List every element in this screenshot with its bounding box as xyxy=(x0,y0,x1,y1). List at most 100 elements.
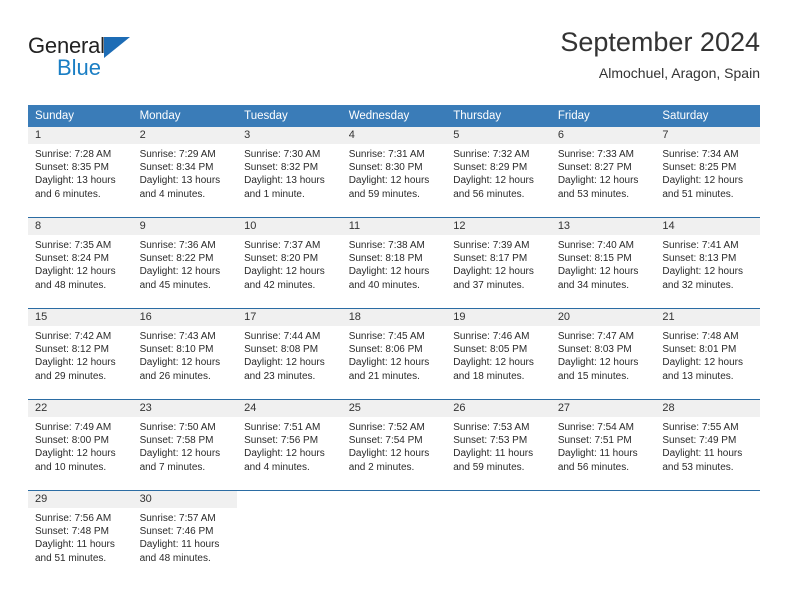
day-details: Sunrise: 7:40 AM Sunset: 8:15 PM Dayligh… xyxy=(551,235,656,292)
day-number: 18 xyxy=(341,309,447,326)
day-number: 23 xyxy=(132,400,238,417)
day-details: Sunrise: 7:38 AM Sunset: 8:18 PM Dayligh… xyxy=(342,235,447,292)
day-cell[interactable]: 12 Sunrise: 7:39 AM Sunset: 8:17 PM Dayl… xyxy=(446,218,551,308)
sunrise-text: Sunrise: 7:44 AM xyxy=(244,331,321,342)
day-number: 15 xyxy=(28,309,133,326)
day-cell[interactable]: 15 Sunrise: 7:42 AM Sunset: 8:12 PM Dayl… xyxy=(28,309,133,399)
day-cell-empty xyxy=(341,491,447,581)
page-title: September 2024 xyxy=(560,27,760,57)
day-number xyxy=(237,491,342,508)
day-cell[interactable]: 6 Sunrise: 7:33 AM Sunset: 8:27 PM Dayli… xyxy=(550,127,656,217)
sunset-text: Sunset: 8:22 PM xyxy=(139,253,214,265)
day-cell[interactable]: 22 Sunrise: 7:49 AM Sunset: 8:00 PM Dayl… xyxy=(28,400,133,490)
daylight-text: Daylight: 12 hours and 48 minutes. xyxy=(35,266,116,291)
day-details: Sunrise: 7:53 AM Sunset: 7:53 PM Dayligh… xyxy=(446,417,551,474)
daylight-text: Daylight: 11 hours and 59 minutes. xyxy=(453,448,534,473)
day-cell[interactable]: 14 Sunrise: 7:41 AM Sunset: 8:13 PM Dayl… xyxy=(655,218,760,308)
daylight-text: Daylight: 12 hours and 53 minutes. xyxy=(557,175,639,200)
day-cell[interactable]: 1 Sunrise: 7:28 AM Sunset: 8:35 PM Dayli… xyxy=(28,127,133,217)
sunset-text: Sunset: 7:58 PM xyxy=(139,435,214,447)
sunset-text: Sunset: 7:53 PM xyxy=(453,435,528,447)
day-details: Sunrise: 7:43 AM Sunset: 8:10 PM Dayligh… xyxy=(133,326,238,383)
day-details: Sunrise: 7:30 AM Sunset: 8:32 PM Dayligh… xyxy=(237,144,342,201)
day-cell[interactable]: 18 Sunrise: 7:45 AM Sunset: 8:06 PM Dayl… xyxy=(341,309,447,399)
brand-logo[interactable]: General Blue xyxy=(28,34,228,86)
day-cell[interactable]: 2 Sunrise: 7:29 AM Sunset: 8:34 PM Dayli… xyxy=(132,127,238,217)
sunrise-text: Sunrise: 7:52 AM xyxy=(348,422,425,433)
sunset-text: Sunset: 8:10 PM xyxy=(139,344,214,356)
sunset-text: Sunset: 7:46 PM xyxy=(139,526,214,538)
day-number: 8 xyxy=(28,218,133,235)
sunrise-text: Sunrise: 7:53 AM xyxy=(453,422,530,433)
day-cell[interactable]: 10 Sunrise: 7:37 AM Sunset: 8:20 PM Dayl… xyxy=(237,218,342,308)
day-cell[interactable]: 24 Sunrise: 7:51 AM Sunset: 7:56 PM Dayl… xyxy=(237,400,342,490)
daylight-text: Daylight: 12 hours and 13 minutes. xyxy=(662,357,743,382)
daylight-text: Daylight: 12 hours and 56 minutes. xyxy=(453,175,534,200)
sunrise-text: Sunrise: 7:51 AM xyxy=(244,422,321,433)
sunrise-text: Sunrise: 7:39 AM xyxy=(453,240,530,251)
day-cell[interactable]: 17 Sunrise: 7:44 AM Sunset: 8:08 PM Dayl… xyxy=(237,309,342,399)
sunrise-text: Sunrise: 7:38 AM xyxy=(348,240,425,251)
daylight-text: Daylight: 13 hours and 1 minute. xyxy=(244,175,325,200)
sunset-text: Sunset: 8:05 PM xyxy=(453,344,528,356)
sunset-text: Sunset: 8:01 PM xyxy=(662,344,737,356)
daylight-text: Daylight: 12 hours and 32 minutes. xyxy=(662,266,743,291)
sunset-text: Sunset: 7:48 PM xyxy=(35,526,109,538)
week-row: 22 Sunrise: 7:49 AM Sunset: 8:00 PM Dayl… xyxy=(28,400,760,490)
day-cell[interactable]: 13 Sunrise: 7:40 AM Sunset: 8:15 PM Dayl… xyxy=(550,218,656,308)
sunrise-text: Sunrise: 7:30 AM xyxy=(244,149,321,160)
day-number: 26 xyxy=(446,400,551,417)
calendar-table: Sunday Monday Tuesday Wednesday Thursday… xyxy=(28,105,760,581)
day-cell[interactable]: 16 Sunrise: 7:43 AM Sunset: 8:10 PM Dayl… xyxy=(132,309,238,399)
day-cell[interactable]: 7 Sunrise: 7:34 AM Sunset: 8:25 PM Dayli… xyxy=(655,127,760,217)
day-cell[interactable]: 20 Sunrise: 7:47 AM Sunset: 8:03 PM Dayl… xyxy=(550,309,656,399)
day-number: 2 xyxy=(132,127,238,144)
sunset-text: Sunset: 8:03 PM xyxy=(557,344,632,356)
daylight-text: Daylight: 12 hours and 37 minutes. xyxy=(453,266,534,291)
sunrise-text: Sunrise: 7:54 AM xyxy=(557,422,634,433)
day-cell[interactable]: 4 Sunrise: 7:31 AM Sunset: 8:30 PM Dayli… xyxy=(341,127,447,217)
day-cell[interactable]: 5 Sunrise: 7:32 AM Sunset: 8:29 PM Dayli… xyxy=(446,127,551,217)
day-cell[interactable]: 21 Sunrise: 7:48 AM Sunset: 8:01 PM Dayl… xyxy=(655,309,760,399)
daylight-text: Daylight: 12 hours and 10 minutes. xyxy=(35,448,116,473)
day-cell[interactable]: 29 Sunrise: 7:56 AM Sunset: 7:48 PM Dayl… xyxy=(28,491,133,581)
day-cell[interactable]: 8 Sunrise: 7:35 AM Sunset: 8:24 PM Dayli… xyxy=(28,218,133,308)
day-details: Sunrise: 7:49 AM Sunset: 8:00 PM Dayligh… xyxy=(28,417,133,474)
day-cell[interactable]: 28 Sunrise: 7:55 AM Sunset: 7:49 PM Dayl… xyxy=(655,400,760,490)
weekday-header-friday: Friday xyxy=(550,105,656,127)
weekday-header-saturday: Saturday xyxy=(655,105,760,127)
day-cell[interactable]: 30 Sunrise: 7:57 AM Sunset: 7:46 PM Dayl… xyxy=(132,491,238,581)
day-details: Sunrise: 7:48 AM Sunset: 8:01 PM Dayligh… xyxy=(655,326,760,383)
triangle-icon xyxy=(104,37,130,58)
day-cell[interactable]: 23 Sunrise: 7:50 AM Sunset: 7:58 PM Dayl… xyxy=(132,400,238,490)
day-cell[interactable]: 11 Sunrise: 7:38 AM Sunset: 8:18 PM Dayl… xyxy=(341,218,447,308)
title-block: September 2024 Almochuel, Aragon, Spain xyxy=(560,26,760,83)
sunrise-text: Sunrise: 7:57 AM xyxy=(139,513,216,524)
sunset-text: Sunset: 8:17 PM xyxy=(453,253,528,265)
day-cell[interactable]: 26 Sunrise: 7:53 AM Sunset: 7:53 PM Dayl… xyxy=(446,400,551,490)
day-number: 5 xyxy=(446,127,551,144)
day-number xyxy=(550,491,656,508)
day-details: Sunrise: 7:35 AM Sunset: 8:24 PM Dayligh… xyxy=(28,235,133,292)
day-cell[interactable]: 9 Sunrise: 7:36 AM Sunset: 8:22 PM Dayli… xyxy=(132,218,238,308)
day-cell[interactable]: 25 Sunrise: 7:52 AM Sunset: 7:54 PM Dayl… xyxy=(341,400,447,490)
daylight-text: Daylight: 12 hours and 21 minutes. xyxy=(348,357,430,382)
day-cell[interactable]: 3 Sunrise: 7:30 AM Sunset: 8:32 PM Dayli… xyxy=(237,127,342,217)
sunset-text: Sunset: 8:30 PM xyxy=(348,162,423,174)
day-number xyxy=(446,491,551,508)
week-row: 15 Sunrise: 7:42 AM Sunset: 8:12 PM Dayl… xyxy=(28,309,760,399)
day-details: Sunrise: 7:47 AM Sunset: 8:03 PM Dayligh… xyxy=(551,326,656,383)
calendar-body: 1 Sunrise: 7:28 AM Sunset: 8:35 PM Dayli… xyxy=(28,127,760,581)
daylight-text: Daylight: 12 hours and 26 minutes. xyxy=(139,357,221,382)
daylight-text: Daylight: 12 hours and 51 minutes. xyxy=(662,175,743,200)
weekday-header-tuesday: Tuesday xyxy=(237,105,342,127)
daylight-text: Daylight: 12 hours and 23 minutes. xyxy=(244,357,325,382)
daylight-text: Daylight: 12 hours and 2 minutes. xyxy=(348,448,430,473)
day-details: Sunrise: 7:31 AM Sunset: 8:30 PM Dayligh… xyxy=(342,144,447,201)
day-cell[interactable]: 19 Sunrise: 7:46 AM Sunset: 8:05 PM Dayl… xyxy=(446,309,551,399)
sunrise-text: Sunrise: 7:55 AM xyxy=(662,422,739,433)
sunset-text: Sunset: 8:25 PM xyxy=(662,162,737,174)
day-number: 3 xyxy=(237,127,342,144)
daylight-text: Daylight: 12 hours and 59 minutes. xyxy=(348,175,430,200)
day-cell[interactable]: 27 Sunrise: 7:54 AM Sunset: 7:51 PM Dayl… xyxy=(550,400,656,490)
